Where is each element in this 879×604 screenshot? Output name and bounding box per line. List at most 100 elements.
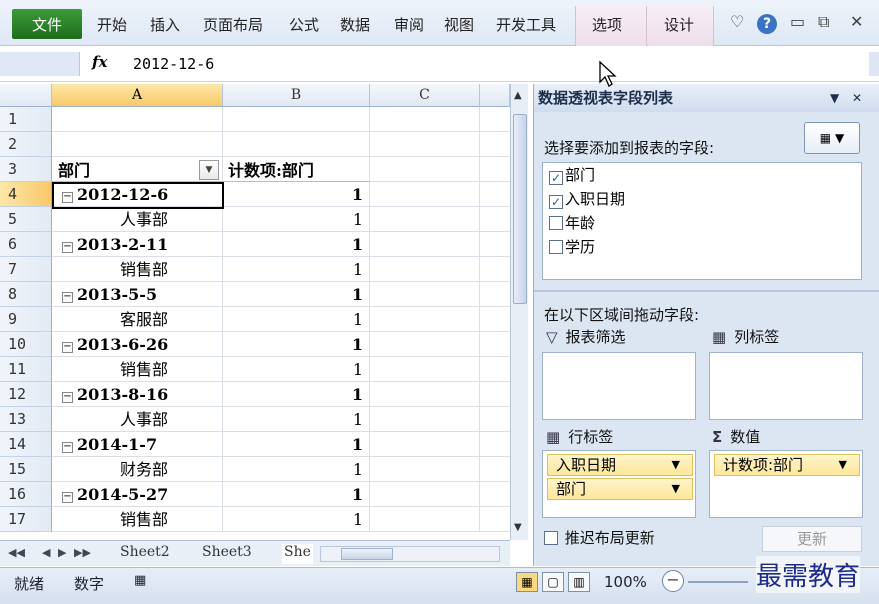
scroll-up-icon[interactable]: ▲	[514, 90, 522, 101]
row-header[interactable]: 7	[0, 257, 52, 282]
row-header[interactable]: 15	[0, 457, 52, 482]
last-sheet-icon[interactable]: ▶▶	[74, 546, 91, 559]
tab-review[interactable]: 审阅	[394, 14, 424, 35]
minimize-icon[interactable]: ▭	[790, 12, 805, 31]
pivot-count-value[interactable]: 1	[223, 432, 363, 457]
field-age[interactable]: 年龄	[549, 213, 595, 233]
checkbox-icon[interactable]	[549, 240, 563, 254]
pivot-date-group[interactable]: −2013-2-11	[62, 232, 222, 257]
page-break-view-icon[interactable]: ▥	[568, 572, 590, 592]
field-education[interactable]: 学历	[549, 237, 595, 257]
update-button[interactable]: 更新	[762, 526, 862, 552]
zoom-out-icon[interactable]: −	[662, 570, 684, 592]
formula-bar-expand[interactable]	[869, 52, 879, 76]
tab-options[interactable]: 选项	[592, 14, 622, 35]
field-department[interactable]: ✓ 部门	[549, 165, 595, 185]
prev-sheet-icon[interactable]: ◀	[42, 546, 50, 559]
pivot-date-group[interactable]: −2013-8-16	[62, 382, 222, 407]
pivot-count-value[interactable]: 1	[223, 407, 363, 432]
column-header-b[interactable]: B	[223, 84, 370, 107]
pivot-count-value[interactable]: 1	[223, 507, 363, 532]
row-header[interactable]: 8	[0, 282, 52, 307]
formula-input[interactable]: 2012-12-6	[133, 55, 214, 73]
tab-insert[interactable]: 插入	[150, 14, 180, 35]
zoom-slider[interactable]	[688, 581, 748, 583]
column-labels-area[interactable]	[709, 352, 863, 420]
macro-record-icon[interactable]: ▦	[134, 573, 146, 588]
checkbox-icon[interactable]	[549, 216, 563, 230]
restore-icon[interactable]: ⧉	[818, 12, 829, 32]
pivot-count-value[interactable]: 1	[223, 382, 363, 407]
pivot-count-value[interactable]: 1	[223, 182, 363, 207]
pivot-date-group[interactable]: −2014-1-7	[62, 432, 222, 457]
sheet-tab-sheet3[interactable]: Sheet3	[202, 544, 252, 564]
dropdown-icon[interactable]: ▼	[672, 455, 680, 475]
pivot-date-group[interactable]: −2013-5-5	[62, 282, 222, 307]
checkbox-checked-icon[interactable]: ✓	[549, 171, 563, 185]
pivot-count-value[interactable]: 1	[223, 482, 363, 507]
field-layout-button[interactable]: ▦ ▼	[804, 122, 860, 154]
values-area[interactable]: 计数项:部门 ▼	[709, 450, 863, 518]
file-tab[interactable]: 文件	[12, 9, 82, 39]
pane-close-icon[interactable]: ✕	[852, 84, 862, 112]
pane-splitter[interactable]	[534, 290, 879, 292]
defer-update-label[interactable]: 推迟布局更新	[544, 527, 655, 548]
horizontal-scroll-thumb[interactable]	[341, 548, 393, 560]
minus-icon[interactable]: −	[62, 292, 73, 303]
sheet-tab-sheet2[interactable]: Sheet2	[120, 544, 170, 564]
row-header[interactable]: 2	[0, 132, 52, 157]
minus-icon[interactable]: −	[62, 242, 73, 253]
next-sheet-icon[interactable]: ▶	[58, 546, 66, 559]
pivot-count-value[interactable]: 1	[223, 357, 363, 382]
pivot-date-group[interactable]: −2014-5-27	[62, 482, 222, 507]
value-field-count[interactable]: 计数项:部门 ▼	[714, 454, 860, 476]
row-header[interactable]: 14	[0, 432, 52, 457]
row-header[interactable]: 16	[0, 482, 52, 507]
checkbox-icon[interactable]	[544, 531, 558, 545]
pivot-count-value[interactable]: 1	[223, 332, 363, 357]
row-labels-area[interactable]: 入职日期 ▼ 部门 ▼	[542, 450, 696, 518]
vertical-scroll-thumb[interactable]	[513, 114, 527, 304]
pivot-count-value[interactable]: 1	[223, 207, 363, 232]
field-hire-date[interactable]: ✓ 入职日期	[549, 189, 625, 209]
tab-home[interactable]: 开始	[97, 14, 127, 35]
row-header[interactable]: 12	[0, 382, 52, 407]
minus-icon[interactable]: −	[62, 492, 73, 503]
row-field-hire-date[interactable]: 入职日期 ▼	[547, 454, 693, 476]
dropdown-icon[interactable]: ▼	[839, 455, 847, 475]
minus-icon[interactable]: −	[62, 442, 73, 453]
pivot-date-group[interactable]: −2013-6-26	[62, 332, 222, 357]
pivot-count-value[interactable]: 1	[223, 232, 363, 257]
row-header[interactable]: 10	[0, 332, 52, 357]
tab-formulas[interactable]: 公式	[289, 14, 319, 35]
vertical-scrollbar[interactable]: ▲ ▼	[510, 84, 528, 540]
minus-icon[interactable]: −	[62, 392, 73, 403]
row-header[interactable]: 13	[0, 407, 52, 432]
tab-data[interactable]: 数据	[340, 14, 370, 35]
dropdown-icon[interactable]: ▼	[672, 479, 680, 499]
row-field-department[interactable]: 部门 ▼	[547, 478, 693, 500]
row-header[interactable]: 1	[0, 107, 52, 132]
column-header-c[interactable]: C	[370, 84, 480, 107]
close-icon[interactable]: ✕	[850, 12, 863, 31]
pivot-count-value[interactable]: 1	[223, 457, 363, 482]
report-filter-area[interactable]	[542, 352, 696, 420]
row-filter-dropdown-icon[interactable]: ▼	[199, 160, 219, 180]
active-cell-a4[interactable]	[52, 182, 224, 209]
select-all-corner[interactable]	[0, 84, 52, 107]
checkbox-checked-icon[interactable]: ✓	[549, 195, 563, 209]
column-header-a[interactable]: A	[52, 84, 223, 107]
row-header[interactable]: 11	[0, 357, 52, 382]
tab-page-layout[interactable]: 页面布局	[203, 14, 263, 35]
pane-options-icon[interactable]: ▼	[830, 84, 839, 112]
tab-design[interactable]: 设计	[664, 14, 694, 35]
horizontal-scrollbar[interactable]	[320, 546, 500, 562]
fx-icon[interactable]: fx	[92, 53, 107, 71]
normal-view-icon[interactable]: ▦	[516, 572, 538, 592]
pivot-count-value[interactable]: 1	[223, 257, 363, 282]
row-header[interactable]: 5	[0, 207, 52, 232]
page-layout-view-icon[interactable]: ▢	[542, 572, 564, 592]
pivot-count-value[interactable]: 1	[223, 307, 363, 332]
name-box[interactable]	[0, 52, 80, 76]
row-header[interactable]: 3	[0, 157, 52, 182]
